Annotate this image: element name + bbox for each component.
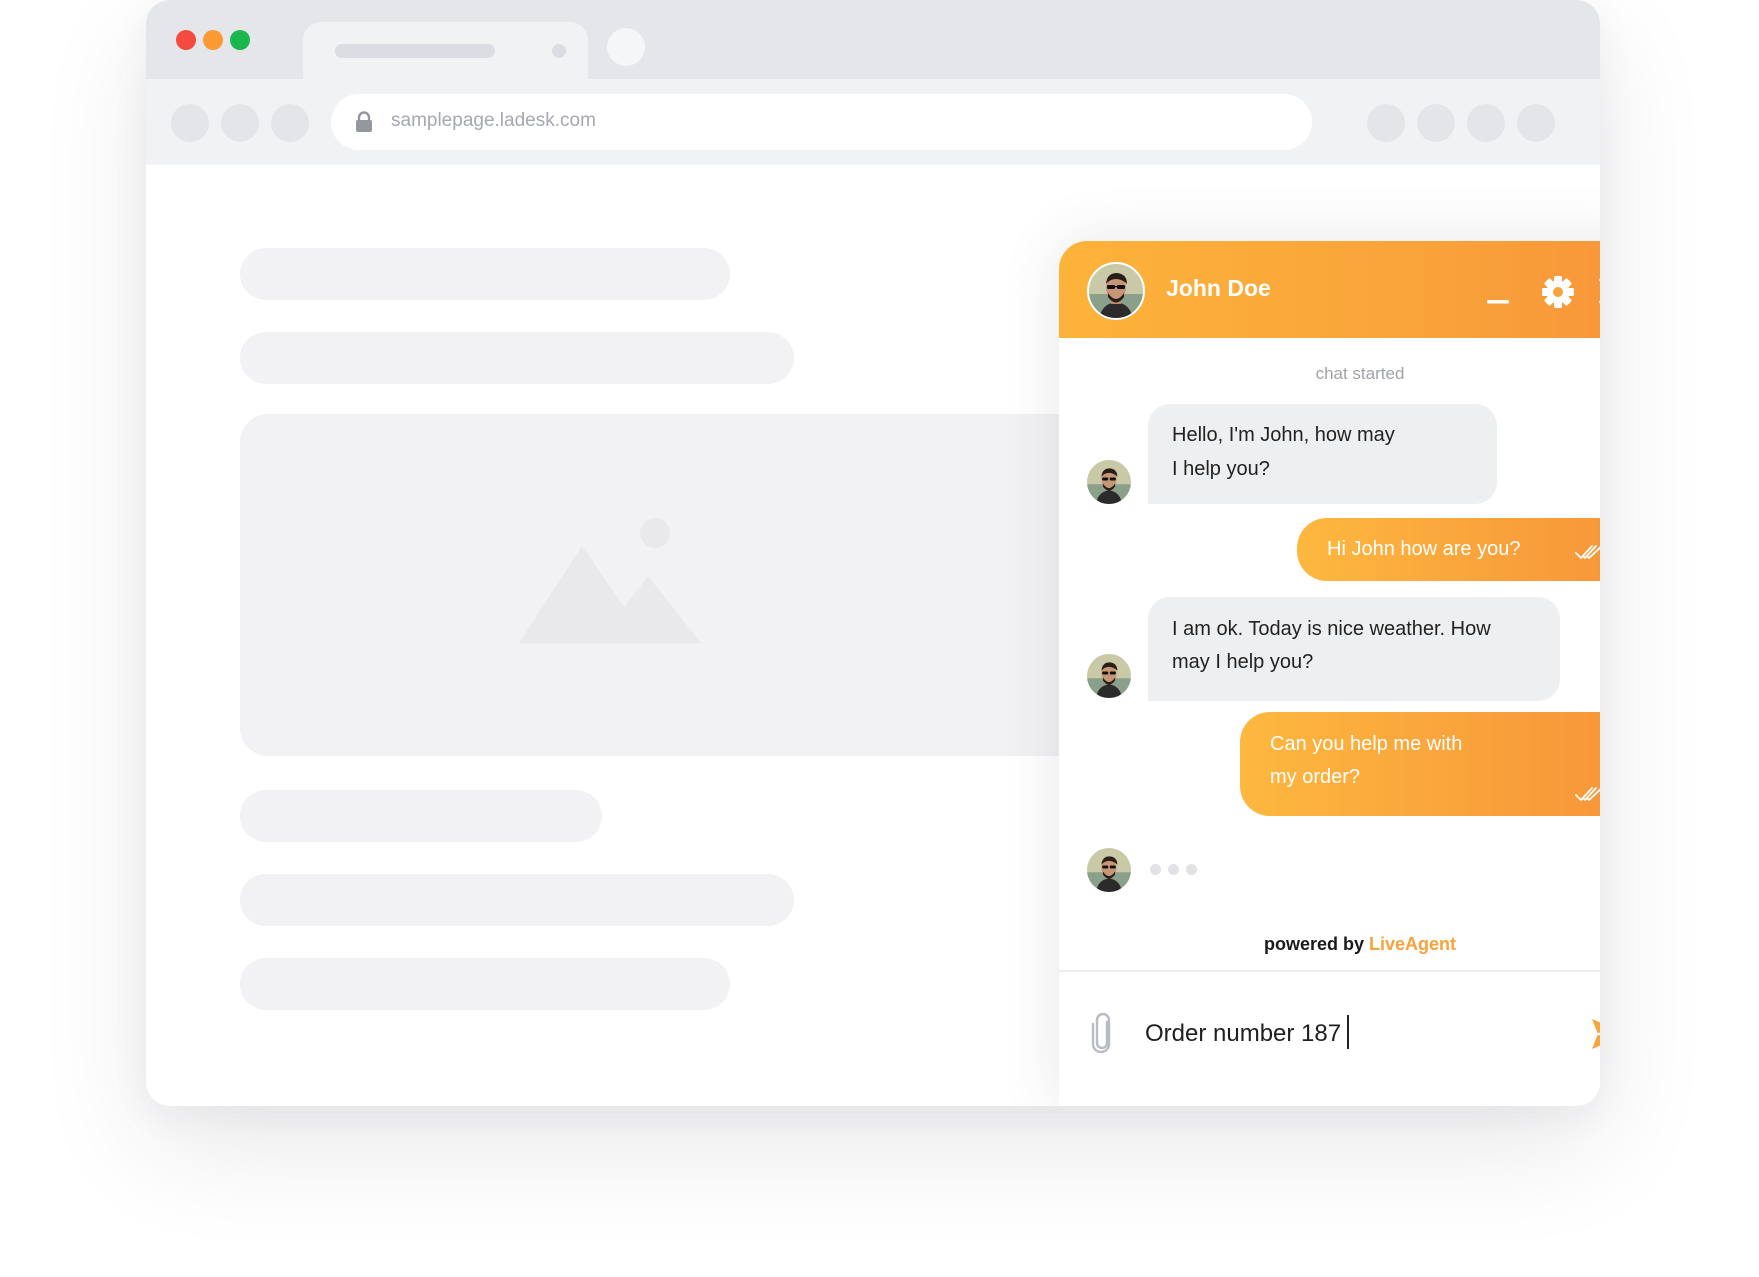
chat-transcript: chat started Hello, I'm John, how may I — [1059, 338, 1600, 1106]
chat-input-row: Order number 187 — [1059, 972, 1600, 1106]
chat-header: John Doe — [1059, 241, 1600, 338]
text-placeholder-5 — [240, 958, 730, 1010]
message-line: Hi John how are you? — [1327, 538, 1521, 560]
browser-titlebar — [146, 0, 1600, 79]
back-button[interactable] — [171, 104, 209, 142]
message-line: may I help you? — [1172, 651, 1314, 673]
close-icon[interactable] — [1598, 277, 1600, 305]
visitor-message: Can you help me with my order? — [1240, 712, 1600, 816]
agent-avatar — [1087, 848, 1131, 892]
visitor-message: Hi John how are you? — [1297, 518, 1600, 581]
text-placeholder-4 — [240, 874, 794, 926]
toolbar-action-4[interactable] — [1517, 104, 1555, 142]
minimize-window-button[interactable] — [203, 30, 223, 50]
powered-by-prefix: powered by — [1263, 934, 1364, 954]
browser-window: samplepage.ladesk.com John Doe chat star… — [146, 0, 1600, 1106]
message-line: I am ok. Today is nice weather. How — [1172, 618, 1491, 640]
text-placeholder-2 — [240, 332, 794, 384]
paperclip-icon[interactable] — [1090, 1012, 1114, 1054]
powered-by: powered by LiveAgent — [1059, 934, 1600, 955]
address-bar[interactable]: samplepage.ladesk.com — [331, 94, 1312, 150]
text-caret — [1347, 1015, 1350, 1049]
tab-title-placeholder — [335, 44, 495, 58]
reload-button[interactable] — [271, 104, 309, 142]
agent-name: John Doe — [1166, 275, 1271, 301]
agent-message: Hello, I'm John, how may I help you? — [1148, 404, 1497, 504]
forward-button[interactable] — [221, 104, 259, 142]
chat-status: chat started — [1315, 364, 1405, 383]
tab-close-icon[interactable] — [552, 44, 566, 58]
toolbar-action-1[interactable] — [1367, 104, 1405, 142]
message-input-value: Order number 187 — [1145, 1020, 1342, 1047]
agent-message: I am ok. Today is nice weather. How may … — [1148, 597, 1560, 701]
message-line: Hello, I'm John, how may — [1172, 424, 1395, 446]
message-line: Can you help me with — [1270, 733, 1463, 755]
image-icon — [519, 518, 701, 643]
typing-dot — [1186, 864, 1197, 875]
message-line: I help you? — [1172, 458, 1270, 480]
brand-link[interactable]: LiveAgent — [1369, 934, 1456, 954]
typing-dot — [1150, 864, 1161, 875]
message-input[interactable]: Order number 187 — [1145, 1015, 1350, 1049]
image-placeholder — [240, 414, 1140, 756]
chat-widget: John Doe chat started Hello, I'm John, h… — [1059, 241, 1600, 1106]
lock-icon — [356, 111, 372, 132]
new-tab-button[interactable] — [607, 28, 645, 66]
double-check-icon — [1575, 787, 1600, 801]
minimize-icon[interactable] — [1486, 299, 1510, 305]
toolbar-action-3[interactable] — [1467, 104, 1505, 142]
maximize-window-button[interactable] — [230, 30, 250, 50]
agent-avatar — [1087, 262, 1145, 320]
message-line: my order? — [1270, 766, 1361, 788]
address-text: samplepage.ladesk.com — [391, 110, 596, 131]
typing-dot — [1168, 864, 1179, 875]
text-placeholder-1 — [240, 248, 730, 300]
browser-tab[interactable] — [303, 22, 588, 79]
text-placeholder-3 — [240, 790, 602, 842]
agent-avatar — [1087, 654, 1131, 698]
close-window-button[interactable] — [176, 30, 196, 50]
toolbar-action-2[interactable] — [1417, 104, 1455, 142]
double-check-icon — [1575, 545, 1600, 559]
send-icon[interactable] — [1591, 1017, 1600, 1051]
gear-icon[interactable] — [1541, 275, 1575, 309]
agent-avatar — [1087, 460, 1131, 504]
